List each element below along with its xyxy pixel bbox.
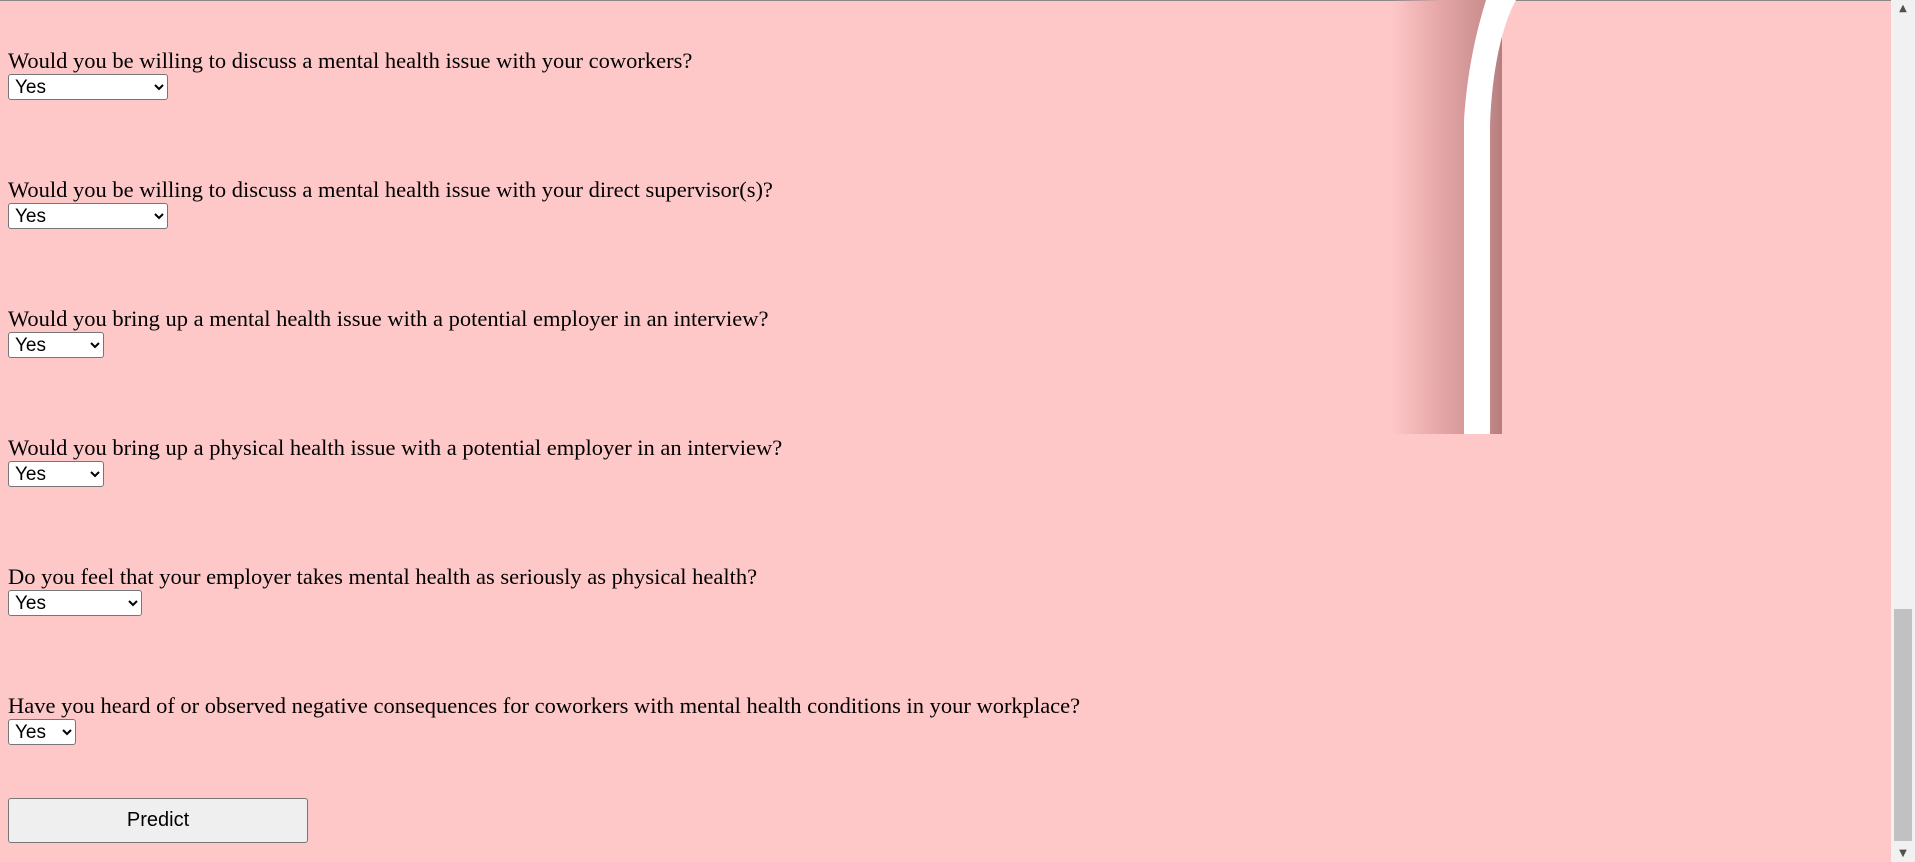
answer-select[interactable]: Yes bbox=[8, 332, 104, 358]
answer-select[interactable]: Yes bbox=[8, 74, 168, 100]
predict-button[interactable]: Predict bbox=[8, 798, 308, 843]
question-block: Do you feel that your employer takes men… bbox=[8, 564, 757, 616]
question-label: Would you be willing to discuss a mental… bbox=[8, 48, 693, 73]
answer-select[interactable]: Yes bbox=[8, 461, 104, 487]
answer-select[interactable]: Yes bbox=[8, 590, 142, 616]
question-block: Would you be willing to discuss a mental… bbox=[8, 177, 773, 229]
vertical-scrollbar[interactable]: ▲ ▼ bbox=[1891, 0, 1915, 862]
triangle-down-icon[interactable]: ▼ bbox=[1891, 845, 1915, 862]
question-block: Would you bring up a mental health issue… bbox=[8, 306, 769, 358]
answer-select[interactable]: Yes bbox=[8, 719, 76, 745]
decorative-curve bbox=[1464, 0, 1516, 434]
scrollbar-thumb[interactable] bbox=[1894, 609, 1912, 841]
question-label: Would you bring up a physical health iss… bbox=[8, 435, 783, 460]
question-label: Would you be willing to discuss a mental… bbox=[8, 177, 773, 202]
answer-select[interactable]: Yes bbox=[8, 203, 168, 229]
question-label: Have you heard of or observed negative c… bbox=[8, 693, 1081, 718]
triangle-up-icon[interactable]: ▲ bbox=[1891, 0, 1915, 17]
question-block: Have you heard of or observed negative c… bbox=[8, 693, 1080, 745]
question-block: Would you be willing to discuss a mental… bbox=[8, 48, 692, 100]
question-block: Would you bring up a physical health iss… bbox=[8, 435, 782, 487]
question-label: Do you feel that your employer takes men… bbox=[8, 564, 758, 589]
question-label: Would you bring up a mental health issue… bbox=[8, 306, 769, 331]
top-border bbox=[0, 0, 1891, 1]
decorative-image bbox=[1390, 0, 1570, 434]
